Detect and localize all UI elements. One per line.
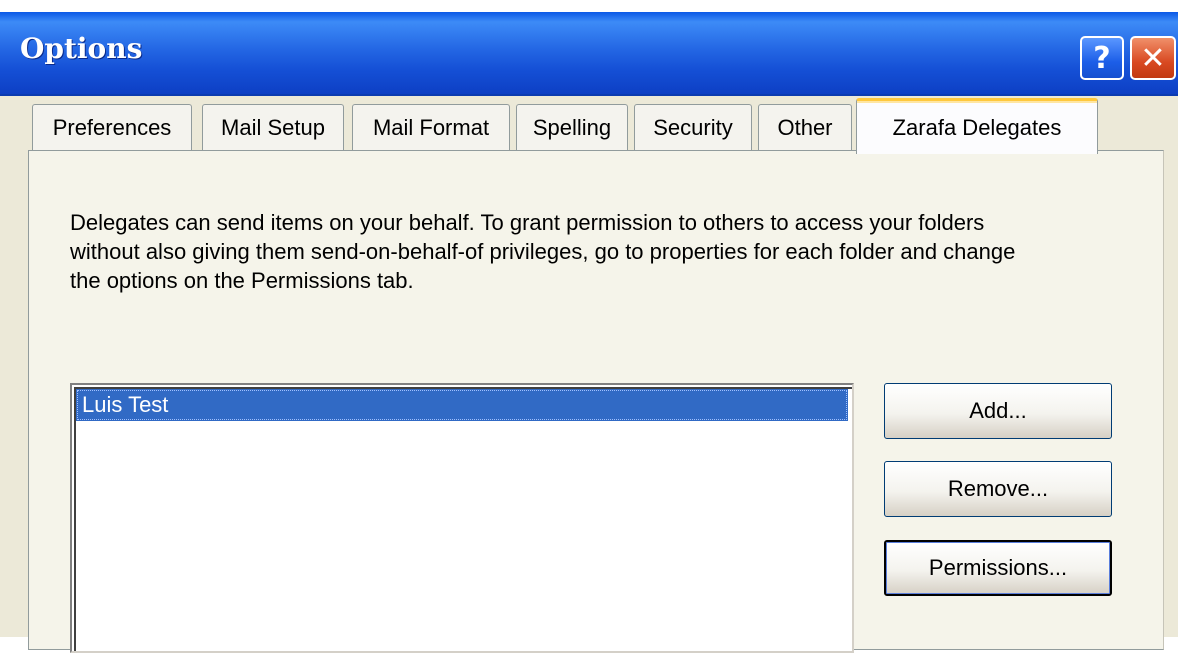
tab-mail-setup[interactable]: Mail Setup xyxy=(202,104,344,150)
title-bar[interactable]: Options ? ✕ xyxy=(0,12,1178,96)
delegates-description: Delegates can send items on your behalf.… xyxy=(70,210,1016,293)
close-icon: ✕ xyxy=(1140,40,1166,76)
window-title: Options xyxy=(20,32,143,65)
permissions-button[interactable]: Permissions... xyxy=(884,540,1112,596)
help-icon: ? xyxy=(1093,40,1111,76)
background-strip xyxy=(0,0,1178,12)
tab-preferences[interactable]: Preferences xyxy=(32,104,192,150)
add-button[interactable]: Add... xyxy=(884,383,1112,439)
list-item[interactable]: Luis Test xyxy=(76,389,848,421)
tab-security[interactable]: Security xyxy=(634,104,752,150)
close-button[interactable]: ✕ xyxy=(1130,36,1176,80)
tab-spelling[interactable]: Spelling xyxy=(516,104,628,150)
help-button[interactable]: ? xyxy=(1080,36,1124,80)
options-dialog: Options ? ✕ Preferences Mail Setup Mail … xyxy=(0,0,1178,653)
tab-zarafa-delegates[interactable]: Zarafa Delegates xyxy=(856,98,1098,154)
tab-other[interactable]: Other xyxy=(758,104,852,150)
delegates-list-frame xyxy=(74,387,852,651)
remove-button[interactable]: Remove... xyxy=(884,461,1112,517)
delegates-list[interactable]: Luis Test xyxy=(70,383,854,653)
tab-mail-format[interactable]: Mail Format xyxy=(352,104,510,150)
